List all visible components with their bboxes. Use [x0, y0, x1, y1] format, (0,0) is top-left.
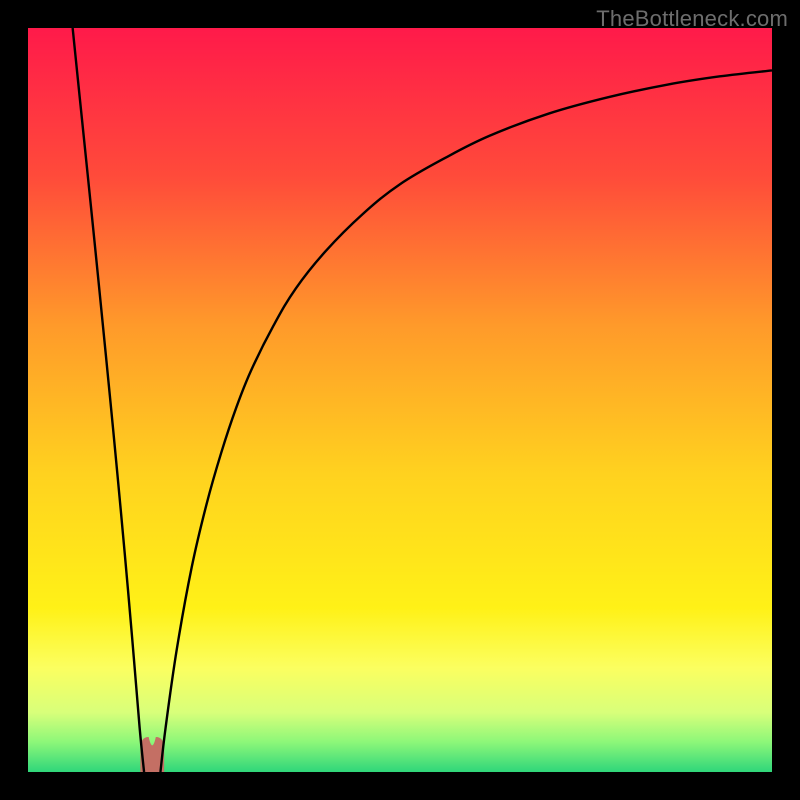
plot-area: [28, 28, 772, 772]
gradient-background: [28, 28, 772, 772]
chart-svg: [28, 28, 772, 772]
chart-frame: TheBottleneck.com: [0, 0, 800, 800]
watermark-text: TheBottleneck.com: [596, 6, 788, 32]
